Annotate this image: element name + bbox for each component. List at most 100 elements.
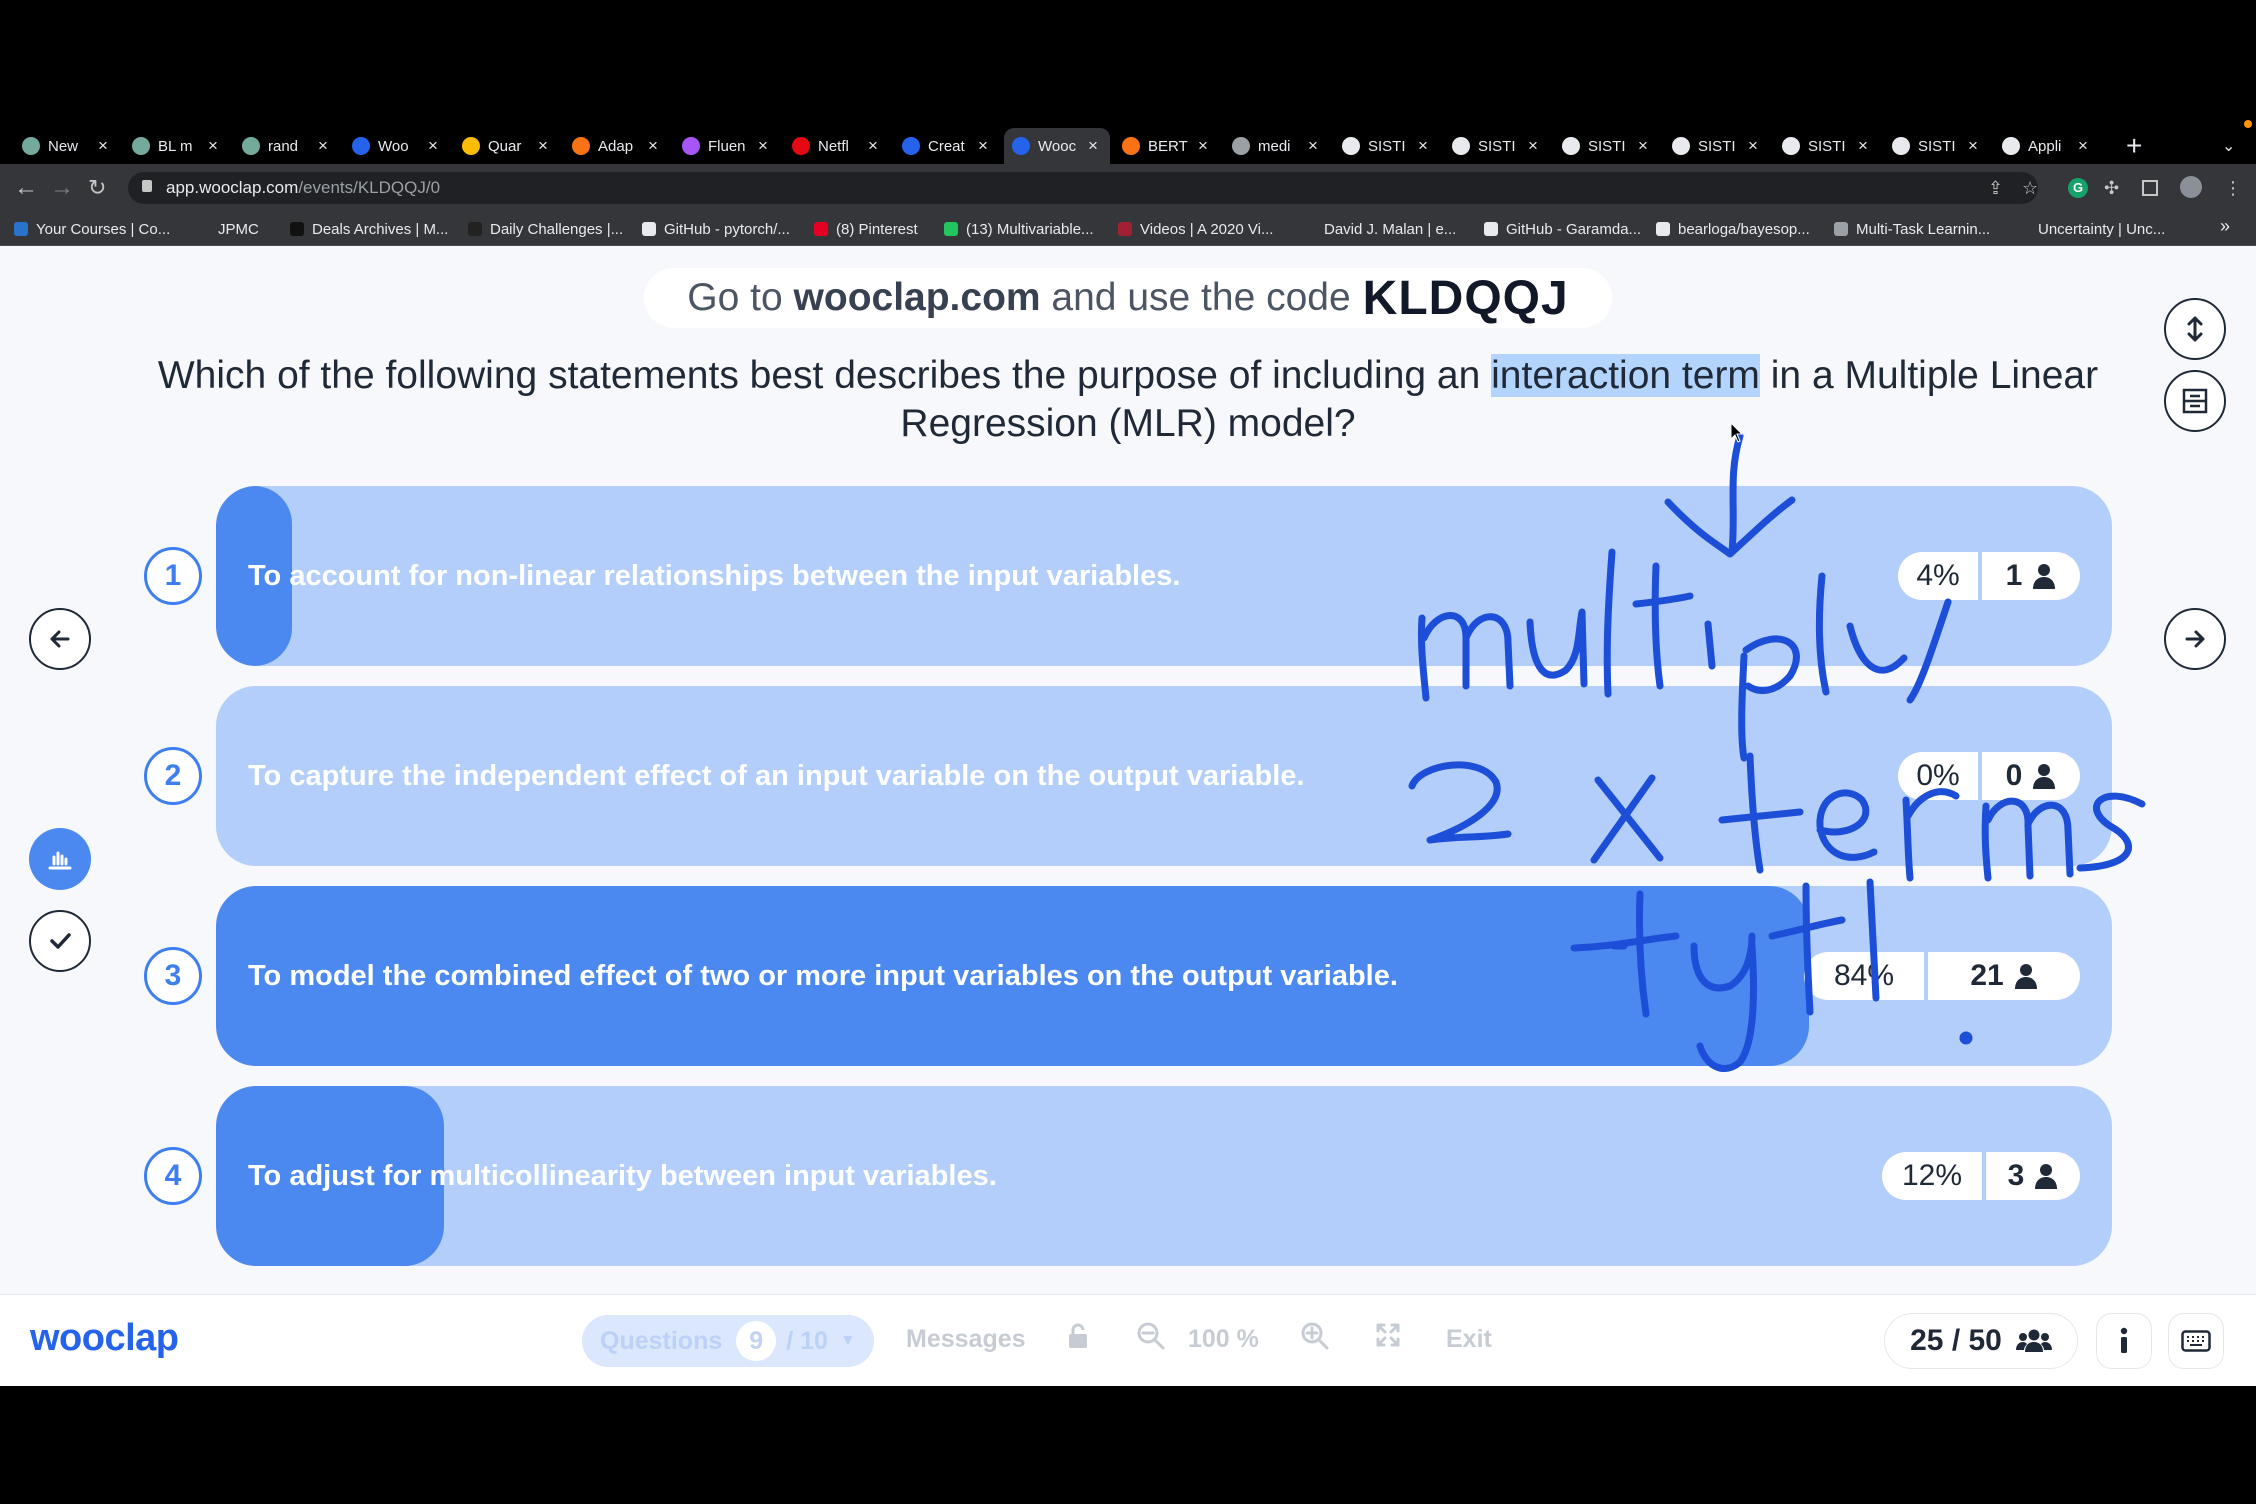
address-bar[interactable]: app.wooclap.com/events/KLDQQJ/0: [128, 172, 2038, 204]
close-tab-icon[interactable]: ×: [1638, 136, 1648, 156]
correct-answer-button[interactable]: [29, 910, 91, 972]
bookmark-item[interactable]: Multi-Task Learnin...: [1834, 218, 1990, 240]
fullscreen-icon[interactable]: [1374, 1321, 1402, 1349]
browser-tab[interactable]: Appli ×: [1994, 128, 2100, 164]
bookmark-item[interactable]: JPMC: [196, 218, 259, 240]
bookmark-item[interactable]: Deals Archives | M...: [290, 218, 448, 240]
browser-tab[interactable]: rand ×: [234, 128, 340, 164]
info-button[interactable]: [2096, 1313, 2152, 1369]
bookmark-item[interactable]: David J. Malan | e...: [1302, 218, 1456, 240]
share-icon[interactable]: ⇪: [1988, 178, 2003, 198]
zoom-in-icon[interactable]: [1300, 1321, 1330, 1351]
menu-kebab-icon[interactable]: ⋮: [2224, 178, 2242, 198]
qr-code-button[interactable]: [2164, 370, 2226, 432]
bookmark-label: Videos | A 2020 Vi...: [1140, 220, 1274, 238]
browser-tab[interactable]: SISTI ×: [1664, 128, 1770, 164]
close-tab-icon[interactable]: ×: [1088, 136, 1098, 156]
messages-button[interactable]: Messages: [906, 1325, 1026, 1354]
browser-tab[interactable]: Quar ×: [454, 128, 560, 164]
answer-option[interactable]: To account for non-linear relationships …: [216, 486, 2112, 666]
exit-button[interactable]: Exit: [1446, 1325, 1492, 1354]
close-tab-icon[interactable]: ×: [208, 136, 218, 156]
answer-option[interactable]: To adjust for multicollinearity between …: [216, 1086, 2112, 1266]
bookmark-item[interactable]: bearloga/bayesop...: [1656, 218, 1810, 240]
bookmark-item[interactable]: (13) Multivariable...: [944, 218, 1094, 240]
browser-tab[interactable]: SISTI ×: [1774, 128, 1880, 164]
bookmark-item[interactable]: Uncertainty | Unc...: [2016, 218, 2165, 240]
next-question-button[interactable]: [2164, 608, 2226, 670]
results-button[interactable]: [29, 828, 91, 890]
person-icon: [2035, 1164, 2058, 1189]
bookmarks-overflow-icon[interactable]: »: [2220, 216, 2230, 237]
answer-option[interactable]: To model the combined effect of two or m…: [216, 886, 2112, 1066]
mouse-cursor-icon: [1730, 422, 1744, 443]
browser-tab[interactable]: New ×: [14, 128, 120, 164]
bookmark-label: Your Courses | Co...: [36, 220, 171, 238]
bookmark-item[interactable]: (8) Pinterest: [814, 218, 918, 240]
close-tab-icon[interactable]: ×: [428, 136, 438, 156]
github-icon: [642, 222, 656, 236]
keyboard-shortcuts-button[interactable]: [2168, 1313, 2224, 1369]
tab-label: SISTI: [1368, 137, 1406, 155]
browser-tab[interactable]: BL m ×: [124, 128, 230, 164]
browser-tab[interactable]: SISTI ×: [1334, 128, 1440, 164]
expand-vertical-button[interactable]: [2164, 298, 2226, 360]
document-icon: [1672, 137, 1690, 155]
bookmark-item[interactable]: Daily Challenges |...: [468, 218, 623, 240]
close-tab-icon[interactable]: ×: [538, 136, 548, 156]
browser-tab[interactable]: medi ×: [1224, 128, 1330, 164]
reload-icon[interactable]: ↻: [88, 174, 106, 202]
browser-tab[interactable]: SISTI ×: [1554, 128, 1660, 164]
close-tab-icon[interactable]: ×: [868, 136, 878, 156]
browser-tab[interactable]: SISTI ×: [1444, 128, 1550, 164]
close-tab-icon[interactable]: ×: [978, 136, 988, 156]
browser-tab[interactable]: Fluen ×: [674, 128, 780, 164]
question-part: Which of the following statements best d…: [157, 354, 1481, 397]
back-arrow-icon[interactable]: ←: [14, 174, 38, 202]
browser-tab[interactable]: Netfl ×: [784, 128, 890, 164]
questions-selector[interactable]: Questions 9 / 10 ▼: [582, 1315, 874, 1367]
extensions-icon[interactable]: ✣: [2104, 178, 2119, 198]
previous-question-button[interactable]: [29, 608, 91, 670]
answer-percent: 84%: [1804, 952, 1924, 1000]
tab-search-icon[interactable]: ⌄: [2222, 136, 2235, 156]
close-tab-icon[interactable]: ×: [1418, 136, 1428, 156]
bookmark-item[interactable]: Your Courses | Co...: [14, 218, 170, 240]
zoom-out-icon[interactable]: [1136, 1321, 1166, 1351]
bookmark-item[interactable]: Videos | A 2020 Vi...: [1118, 218, 1273, 240]
close-tab-icon[interactable]: ×: [648, 136, 658, 156]
close-tab-icon[interactable]: ×: [1308, 136, 1318, 156]
browser-tab[interactable]: BERT ×: [1114, 128, 1220, 164]
participants-counter[interactable]: 25 / 50: [1884, 1313, 2078, 1369]
close-tab-icon[interactable]: ×: [1198, 136, 1208, 156]
close-tab-icon[interactable]: ×: [2078, 136, 2088, 156]
new-tab-button[interactable]: +: [2126, 132, 2142, 160]
qr-code-icon: [2182, 388, 2208, 414]
close-tab-icon[interactable]: ×: [1748, 136, 1758, 156]
bookmark-item[interactable]: GitHub - Garamda...: [1484, 218, 1641, 240]
side-panel-icon[interactable]: [2142, 180, 2158, 196]
close-tab-icon[interactable]: ×: [1528, 136, 1538, 156]
browser-tab[interactable]: Creat ×: [894, 128, 1000, 164]
close-tab-icon[interactable]: ×: [1968, 136, 1978, 156]
profile-avatar[interactable]: [2180, 176, 2202, 198]
bookmark-label: (13) Multivariable...: [966, 220, 1094, 238]
url-text[interactable]: app.wooclap.com/events/KLDQQJ/0: [166, 178, 440, 198]
forward-arrow-icon[interactable]: →: [50, 174, 74, 202]
vote-count-value: 1: [2005, 559, 2023, 592]
grammarly-icon[interactable]: G: [2068, 178, 2088, 198]
answer-option[interactable]: To capture the independent effect of an …: [216, 686, 2112, 866]
bookmark-star-icon[interactable]: ☆: [2022, 178, 2038, 198]
close-tab-icon[interactable]: ×: [318, 136, 328, 156]
bookmark-item[interactable]: GitHub - pytorch/...: [642, 218, 790, 240]
close-tab-icon[interactable]: ×: [1858, 136, 1868, 156]
lock-icon[interactable]: [1066, 1321, 1090, 1351]
browser-tab[interactable]: Wooc ×: [1004, 128, 1110, 164]
browser-tab[interactable]: Woo ×: [344, 128, 450, 164]
close-tab-icon[interactable]: ×: [98, 136, 108, 156]
browser-tab[interactable]: SISTI ×: [1884, 128, 1990, 164]
infinity-icon: [1122, 137, 1140, 155]
vote-count-value: 3: [2007, 1159, 2025, 1192]
browser-tab[interactable]: Adap ×: [564, 128, 670, 164]
close-tab-icon[interactable]: ×: [758, 136, 768, 156]
